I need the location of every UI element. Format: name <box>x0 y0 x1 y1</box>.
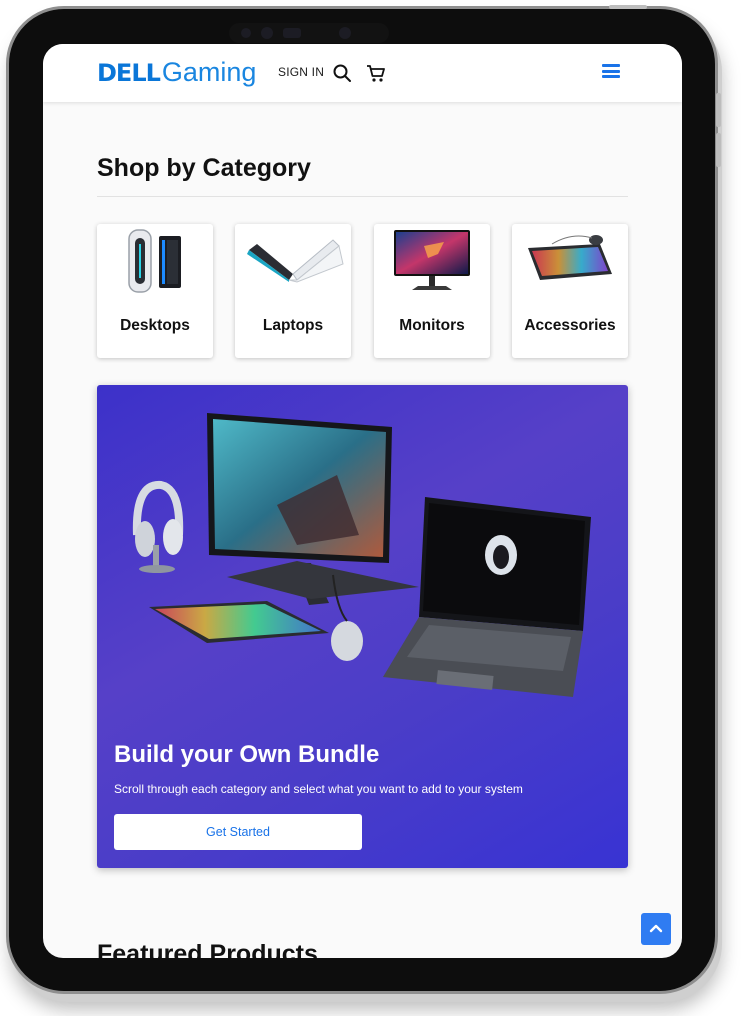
category-card-desktops[interactable]: Desktops <box>97 224 213 358</box>
category-label: Monitors <box>399 317 465 334</box>
laptop-image <box>247 239 344 283</box>
logo-gaming: Gaming <box>161 57 257 87</box>
section-divider <box>97 196 628 197</box>
featured-products-title: Featured Products <box>97 940 318 958</box>
sensor-icon <box>241 28 251 38</box>
monitor-image <box>394 230 470 290</box>
chevron-up-icon <box>649 924 663 933</box>
menu-icon[interactable] <box>602 64 620 78</box>
camera-bar <box>229 23 389 43</box>
volume-button <box>716 133 721 167</box>
gaming-setup-image <box>132 413 591 697</box>
scroll-to-top-button[interactable] <box>641 913 671 945</box>
camera-icon <box>261 27 273 39</box>
category-label: Accessories <box>524 317 616 334</box>
category-card-accessories[interactable]: Accessories <box>512 224 628 358</box>
category-label: Laptops <box>262 317 324 334</box>
bundle-hero-banner: Build your Own Bundle Scroll through eac… <box>97 385 628 868</box>
camera-icon <box>339 27 351 39</box>
get-started-button[interactable]: Get Started <box>114 814 362 850</box>
section-title: Shop by Category <box>97 154 311 182</box>
power-button <box>609 5 647 9</box>
app-screen: DELL Gaming SIGN IN Shop by Category Des… <box>43 44 682 958</box>
desktop-tower-image <box>128 229 181 293</box>
hero-subtitle: Scroll through each category and select … <box>114 782 523 796</box>
category-card-laptops[interactable]: Laptops <box>235 224 351 358</box>
dell-gaming-logo[interactable]: DELL Gaming <box>97 57 256 87</box>
sensor-icon <box>283 28 301 38</box>
category-card-monitors[interactable]: Monitors <box>374 224 490 358</box>
category-label: Desktops <box>120 317 190 334</box>
keyboard-mouse-image <box>528 235 612 280</box>
sign-in-link[interactable]: SIGN IN <box>278 65 324 79</box>
search-icon[interactable] <box>331 62 353 84</box>
top-header: DELL Gaming SIGN IN <box>43 44 682 102</box>
volume-button <box>716 93 721 127</box>
cart-icon[interactable] <box>365 62 387 84</box>
hero-title: Build your Own Bundle <box>114 741 380 768</box>
logo-dell: DELL <box>97 59 161 87</box>
